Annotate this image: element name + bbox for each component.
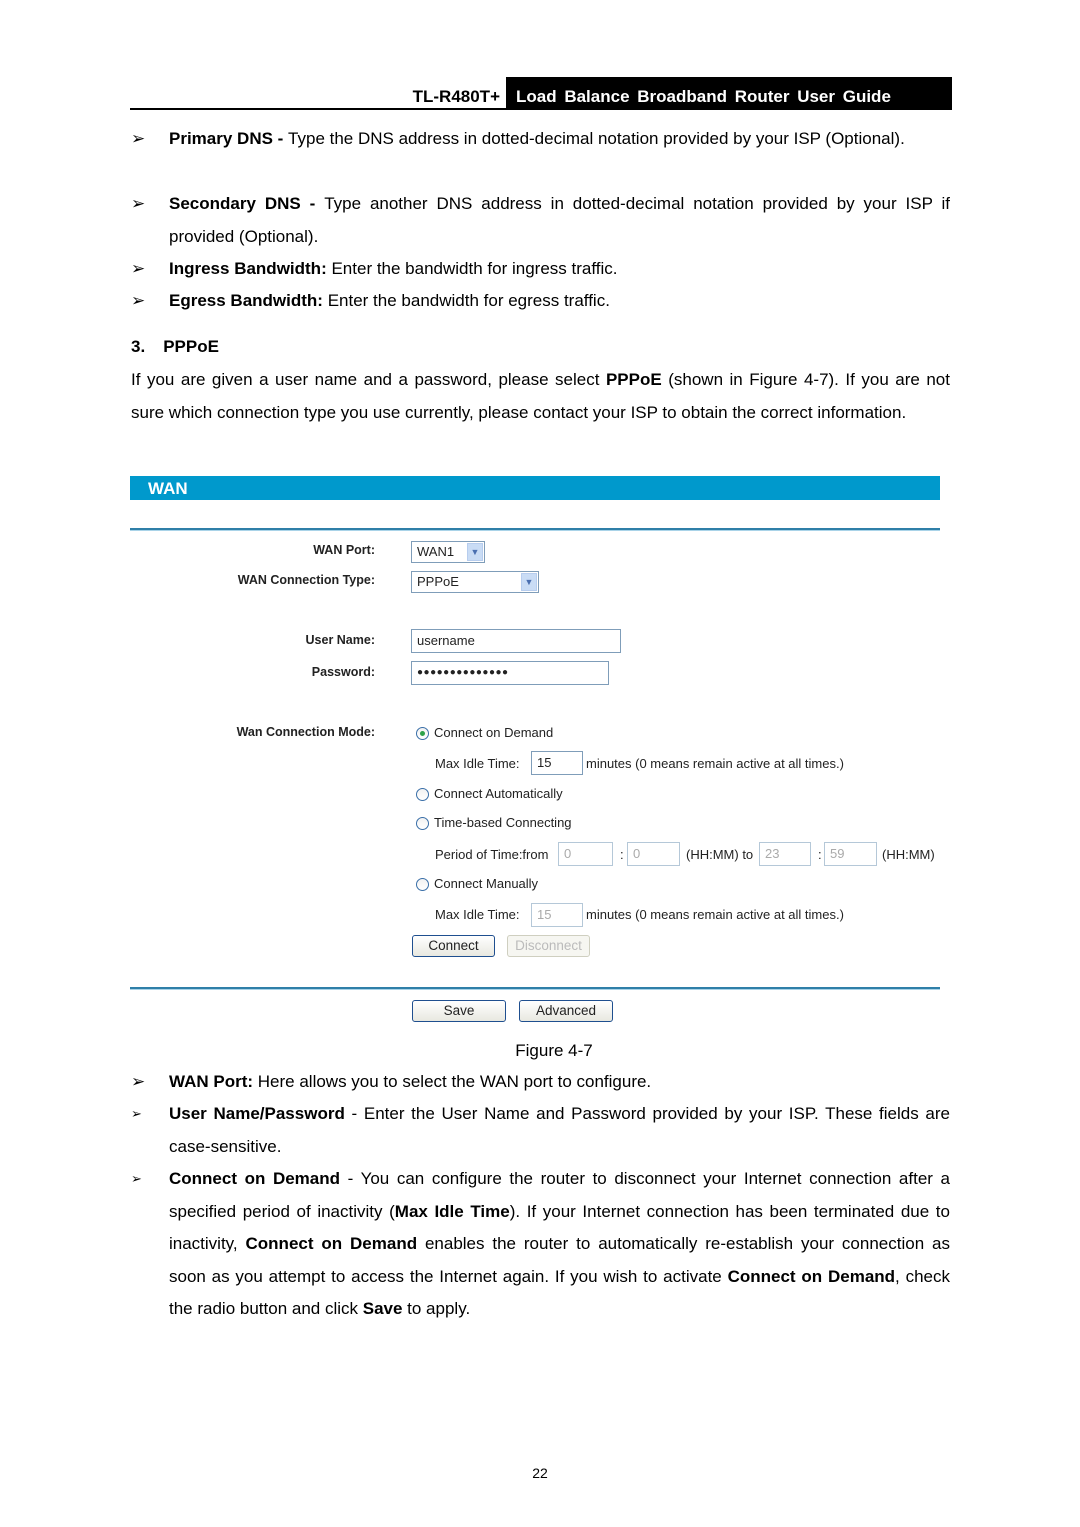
to-mm-input[interactable]: 59 <box>824 842 877 866</box>
wan-settings-figure: WAN WAN Port: WAN1 ▼ WAN Connection Type… <box>130 475 950 1030</box>
arrow-bullet-icon: ➢ <box>131 129 146 148</box>
arrow-bullet-icon: ➢ <box>131 1106 142 1121</box>
to-hh-input[interactable]: 23 <box>759 842 811 866</box>
bullet-sep: - <box>300 194 325 213</box>
minutes-note: minutes (0 means remain active at all ti… <box>586 907 844 922</box>
conn-type-label: WAN Connection Type: <box>237 573 375 587</box>
bold-text: Connect on Demand <box>727 1266 896 1286</box>
save-button[interactable]: Save <box>412 1000 506 1022</box>
arrow-bullet-icon: ➢ <box>131 1072 146 1091</box>
model-name: TL-R480T+ <box>412 87 500 106</box>
radio-connect-on-demand[interactable] <box>416 727 429 740</box>
separator-top <box>130 528 940 531</box>
bullet-secondary-dns: ➢ Secondary DNS - Type another DNS addre… <box>131 188 950 253</box>
max-idle-label: Max Idle Time: <box>435 756 520 771</box>
colon: : <box>818 847 822 862</box>
separator-bottom <box>130 987 940 990</box>
figure-caption: Figure 4-7 <box>515 1041 593 1060</box>
bullet-term: Primary DNS <box>169 129 273 148</box>
minutes-note: minutes (0 means remain active at all ti… <box>586 756 844 771</box>
password-input[interactable]: ●●●●●●●●●●●●●● <box>411 661 609 685</box>
bullet-term: Ingress Bandwidth: <box>169 259 327 278</box>
bullet-term: Secondary DNS <box>169 194 301 213</box>
arrow-bullet-icon: ➢ <box>131 259 146 278</box>
user-name-input[interactable]: username <box>411 629 621 653</box>
bullet-sep: - <box>272 129 289 148</box>
conn-type-select[interactable]: PPPoE ▼ <box>411 571 539 593</box>
para-text: If you are given a user name and a passw… <box>131 370 606 389</box>
section-heading: 3. PPPoE <box>131 331 950 364</box>
password-label: Password: <box>311 665 375 679</box>
hhmm-label: (HH:MM) <box>882 847 935 862</box>
label-connect-on-demand: Connect on Demand <box>434 725 554 740</box>
max-idle-label: Max Idle Time: <box>435 907 520 922</box>
bullet-text: Enter the bandwidth for egress traffic. <box>327 291 610 310</box>
bullet-text: Here allows you to select the WAN port t… <box>253 1072 652 1091</box>
label-time-based: Time-based Connecting <box>434 815 572 830</box>
page-header: TL-R480T+ Load Balance Broadband Router … <box>130 77 952 110</box>
radio-connect-manually[interactable] <box>416 878 429 891</box>
mode-label: Wan Connection Mode: <box>236 725 375 739</box>
header-rule <box>130 108 952 110</box>
bullet-wan-port: ➢ WAN Port: Here allows you to select th… <box>131 1066 950 1099</box>
from-hh-input[interactable]: 0 <box>558 842 613 866</box>
colon: : <box>620 847 624 862</box>
bullet-term: Connect on Demand <box>169 1169 341 1188</box>
bullet-text: Type the DNS address in dotted-decimal n… <box>288 129 905 148</box>
wan-port-value: WAN1 <box>417 544 455 559</box>
bold-text: Save <box>362 1299 403 1318</box>
bullet-text: to apply. <box>402 1299 471 1318</box>
bullet-user-password: ➢ User Name/Password - Enter the User Na… <box>131 1098 950 1163</box>
bullet-text: Enter the bandwidth for ingress traffic. <box>331 259 618 278</box>
disconnect-button[interactable]: Disconnect <box>507 935 590 957</box>
bullet-primary-dns: ➢ Primary DNS - Type the DNS address in … <box>131 123 950 156</box>
advanced-button[interactable]: Advanced <box>519 1000 613 1022</box>
radio-time-based[interactable] <box>416 817 429 830</box>
max-idle-input-demand[interactable]: 15 <box>531 751 583 775</box>
para-bold: PPPoE <box>605 370 662 389</box>
section-number: 3. <box>131 337 146 356</box>
arrow-bullet-icon: ➢ <box>131 291 146 310</box>
bold-text: Max Idle Time <box>394 1201 510 1221</box>
wan-port-select[interactable]: WAN1 ▼ <box>411 541 485 563</box>
max-idle-input-manual[interactable]: 15 <box>531 903 583 927</box>
bold-text: Connect on Demand <box>245 1234 418 1253</box>
label-connect-manually: Connect Manually <box>434 876 539 891</box>
arrow-bullet-icon: ➢ <box>131 1171 142 1186</box>
bullet-egress: ➢ Egress Bandwidth: Enter the bandwidth … <box>131 285 950 318</box>
bullet-term: WAN Port: <box>169 1072 254 1091</box>
conn-type-value: PPPoE <box>417 574 459 589</box>
bullet-term: Egress Bandwidth: <box>169 291 323 310</box>
wan-port-label: WAN Port: <box>313 543 375 557</box>
section-paragraph: If you are given a user name and a passw… <box>131 364 950 429</box>
connect-button[interactable]: Connect <box>412 935 495 957</box>
chevron-down-icon: ▼ <box>467 543 483 561</box>
section-title: PPPoE <box>163 337 219 356</box>
arrow-bullet-icon: ➢ <box>131 194 146 213</box>
from-mm-input[interactable]: 0 <box>627 842 680 866</box>
period-label: Period of Time:from <box>435 847 549 862</box>
radio-selected-dot <box>420 731 425 736</box>
radio-connect-automatically[interactable] <box>416 788 429 801</box>
chevron-down-icon: ▼ <box>521 573 537 591</box>
user-name-label: User Name: <box>305 633 375 647</box>
page-number: 22 <box>532 1465 548 1481</box>
bullet-connect-on-demand: ➢ Connect on Demand - You can configure … <box>131 1163 950 1326</box>
bullet-term: User Name/Password <box>169 1104 345 1123</box>
panel-title: WAN <box>130 476 940 500</box>
label-connect-automatically: Connect Automatically <box>434 786 563 801</box>
bullet-ingress: ➢ Ingress Bandwidth: Enter the bandwidth… <box>131 253 950 286</box>
guide-title: Load Balance Broadband Router User Guide <box>506 77 952 108</box>
hhmm-to-label: (HH:MM) to <box>686 847 754 862</box>
